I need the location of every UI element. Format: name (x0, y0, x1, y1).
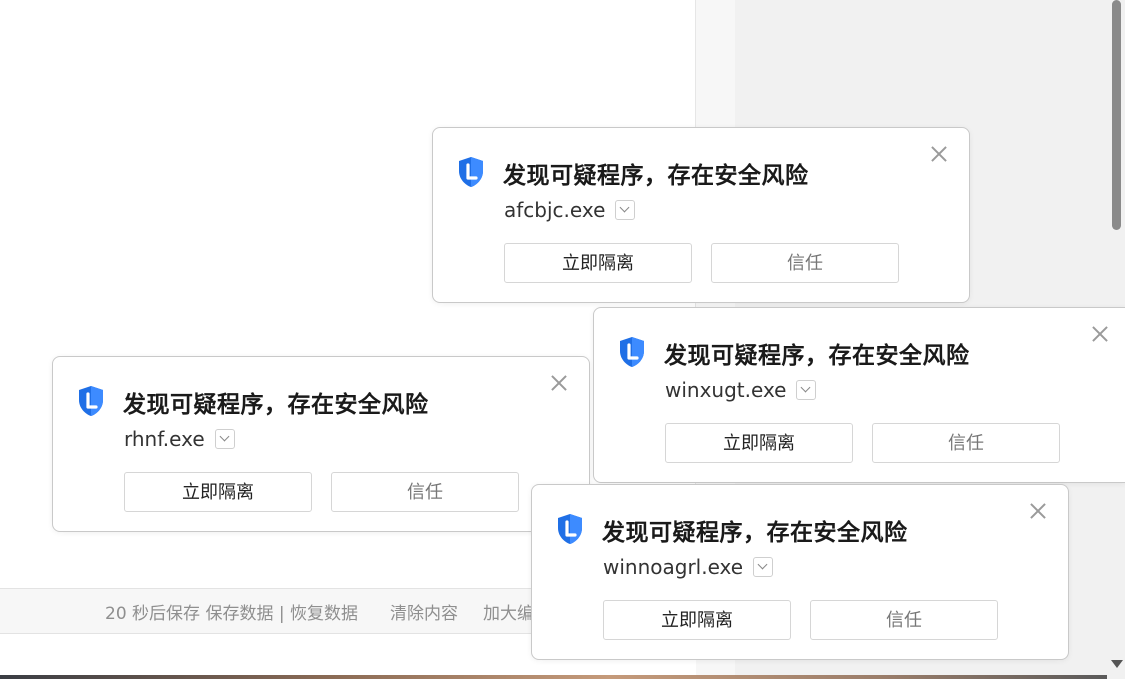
isolate-button[interactable]: 立即隔离 (124, 472, 312, 512)
security-alert-popup: 发现可疑程序，存在安全风险 afcbjc.exe 立即隔离 信任 (432, 127, 970, 303)
filename-text: afcbjc.exe (504, 198, 606, 222)
trust-button[interactable]: 信任 (331, 472, 519, 512)
suspicious-filename: winxugt.exe (665, 378, 817, 402)
filename-text: winxugt.exe (665, 378, 787, 402)
security-alert-popup: 发现可疑程序，存在安全风险 winnoagrl.exe 立即隔离 信任 (531, 484, 1069, 660)
popup-title: 发现可疑程序，存在安全风险 (602, 520, 908, 546)
security-alert-popup: 发现可疑程序，存在安全风险 rhnf.exe 立即隔离 信任 (52, 356, 590, 532)
chevron-down-icon[interactable] (796, 379, 817, 400)
trust-button[interactable]: 信任 (810, 600, 998, 640)
scroll-down-arrow-icon[interactable] (1111, 660, 1123, 668)
trust-button[interactable]: 信任 (872, 423, 1060, 463)
shield-icon (79, 386, 103, 416)
scrollbar-thumb[interactable] (1112, 0, 1121, 230)
isolate-button[interactable]: 立即隔离 (504, 243, 692, 283)
security-alert-popup: 发现可疑程序，存在安全风险 winxugt.exe 立即隔离 信任 (593, 307, 1125, 483)
background-image-strip (0, 675, 1107, 679)
trust-button[interactable]: 信任 (711, 243, 899, 283)
close-icon[interactable] (547, 371, 571, 395)
close-icon[interactable] (1088, 322, 1112, 346)
shield-icon (459, 157, 483, 187)
clear-content-link[interactable]: 清除内容 (390, 599, 458, 624)
isolate-button[interactable]: 立即隔离 (603, 600, 791, 640)
popup-title: 发现可疑程序，存在安全风险 (503, 163, 809, 189)
autosave-status[interactable]: 20 秒后保存 保存数据 | 恢复数据 (105, 599, 358, 624)
close-icon[interactable] (927, 142, 951, 166)
chevron-down-icon[interactable] (615, 199, 636, 220)
chevron-down-icon[interactable] (753, 556, 774, 577)
filename-text: winnoagrl.exe (603, 555, 744, 579)
suspicious-filename: afcbjc.exe (504, 198, 636, 222)
close-icon[interactable] (1026, 499, 1050, 523)
chevron-down-icon[interactable] (214, 428, 235, 449)
filename-text: rhnf.exe (124, 427, 205, 451)
isolate-button[interactable]: 立即隔离 (665, 423, 853, 463)
popup-title: 发现可疑程序，存在安全风险 (664, 343, 970, 369)
suspicious-filename: rhnf.exe (124, 427, 235, 451)
suspicious-filename: winnoagrl.exe (603, 555, 774, 579)
enlarge-editor-link[interactable]: 加大编 (483, 599, 534, 624)
shield-icon (620, 337, 644, 367)
popup-title: 发现可疑程序，存在安全风险 (123, 392, 429, 418)
shield-icon (558, 514, 582, 544)
